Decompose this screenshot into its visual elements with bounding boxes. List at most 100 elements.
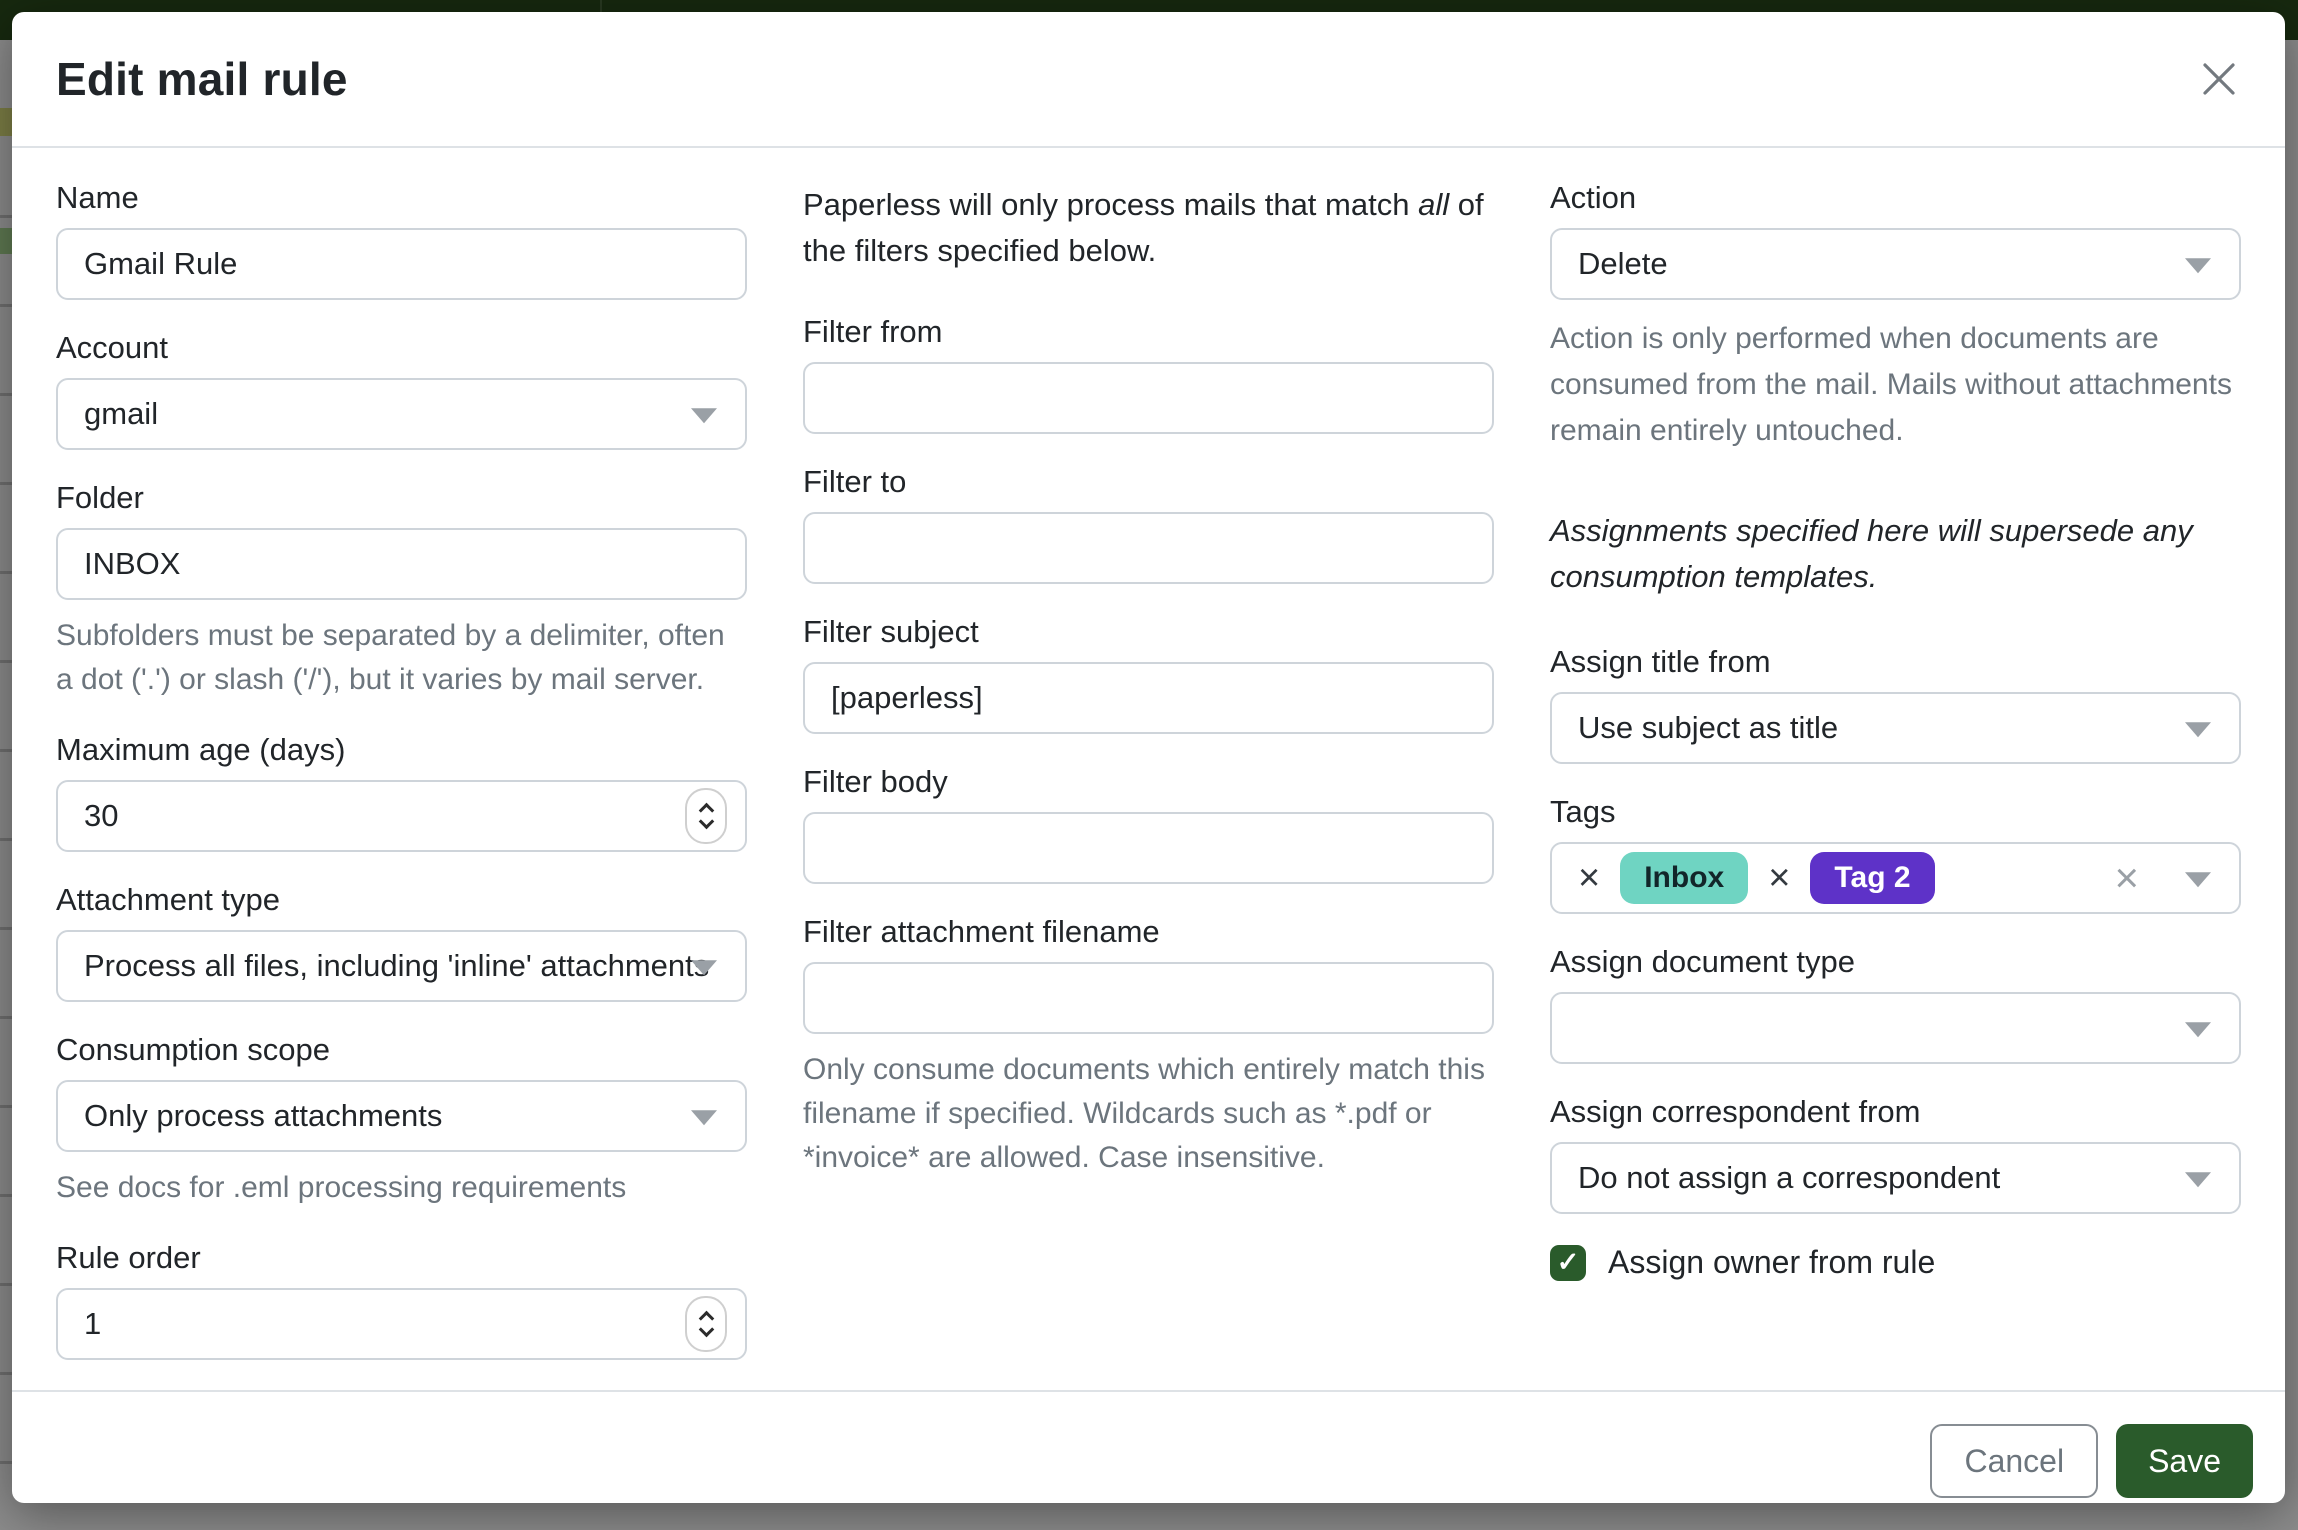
filter-attachment-filename-input[interactable] <box>803 962 1494 1034</box>
column-actions: Action Delete Action is only performed w… <box>1550 180 2241 1390</box>
save-button[interactable]: Save <box>2116 1424 2253 1498</box>
name-group: Name <box>56 180 747 300</box>
filter-body-input[interactable] <box>803 812 1494 884</box>
action-help-text: Action is only performed when documents … <box>1550 316 2241 454</box>
filter-body-label: Filter body <box>803 764 1494 800</box>
assign-owner-label: Assign owner from rule <box>1608 1244 1935 1281</box>
background-page-fragment <box>0 40 12 1518</box>
assign-correspondent-group: Assign correspondent from Do not assign … <box>1550 1094 2241 1214</box>
action-select[interactable]: Delete <box>1550 228 2241 300</box>
filter-attachment-filename-group: Filter attachment filename Only consume … <box>803 914 1494 1180</box>
consumption-scope-select[interactable]: Only process attachments <box>56 1080 747 1152</box>
filters-intro-emphasis: all <box>1418 187 1449 222</box>
folder-input[interactable] <box>56 528 747 600</box>
filter-from-input[interactable] <box>803 362 1494 434</box>
attachment-type-select[interactable]: Process all files, including 'inline' at… <box>56 930 747 1002</box>
folder-label: Folder <box>56 480 747 516</box>
filter-to-input[interactable] <box>803 512 1494 584</box>
edit-mail-rule-dialog: Edit mail rule Name Account gmail <box>12 12 2285 1503</box>
assign-title-group: Assign title from Use subject as title <box>1550 644 2241 764</box>
filter-attachment-filename-help-text: Only consume documents which entirely ma… <box>803 1048 1494 1180</box>
assignments-note-text: Assignments specified here will supersed… <box>1550 508 2241 600</box>
tags-multiselect[interactable]: × Inbox × Tag 2 × <box>1550 842 2241 914</box>
tags-label: Tags <box>1550 794 2241 830</box>
filter-subject-group: Filter subject <box>803 614 1494 734</box>
tag-chip[interactable]: Tag 2 <box>1810 852 1934 904</box>
account-select[interactable]: gmail <box>56 378 747 450</box>
dialog-body: Name Account gmail Folder Subfolders mus… <box>12 148 2285 1390</box>
filter-attachment-filename-label: Filter attachment filename <box>803 914 1494 950</box>
chevron-down-icon <box>2185 872 2211 887</box>
assign-owner-checkbox[interactable]: ✓ <box>1550 1245 1586 1281</box>
assign-doctype-label: Assign document type <box>1550 944 2241 980</box>
assign-title-value: Use subject as title <box>1578 710 2213 746</box>
chevron-down-icon <box>2185 258 2211 273</box>
consumption-scope-help-text: See docs for .eml processing requirement… <box>56 1166 747 1210</box>
remove-tag-icon[interactable]: × <box>1578 859 1600 897</box>
action-label: Action <box>1550 180 2241 216</box>
max-age-value: 30 <box>84 798 118 834</box>
max-age-input[interactable]: 30 <box>56 780 747 852</box>
assign-title-label: Assign title from <box>1550 644 2241 680</box>
tag-chip[interactable]: Inbox <box>1620 852 1748 904</box>
chevron-down-icon <box>691 960 717 975</box>
background-page-fragment <box>0 228 12 254</box>
assign-correspondent-value: Do not assign a correspondent <box>1578 1160 2213 1196</box>
account-label: Account <box>56 330 747 366</box>
filter-from-label: Filter from <box>803 314 1494 350</box>
number-stepper[interactable] <box>685 788 727 844</box>
folder-group: Folder Subfolders must be separated by a… <box>56 480 747 702</box>
chevron-down-icon <box>2185 1172 2211 1187</box>
rule-order-input[interactable]: 1 <box>56 1288 747 1360</box>
rule-order-label: Rule order <box>56 1240 747 1276</box>
filter-to-label: Filter to <box>803 464 1494 500</box>
filter-body-group: Filter body <box>803 764 1494 884</box>
checkmark-icon: ✓ <box>1557 1247 1580 1278</box>
stepper-down-icon <box>698 1322 714 1338</box>
filter-to-group: Filter to <box>803 464 1494 584</box>
assign-title-select[interactable]: Use subject as title <box>1550 692 2241 764</box>
attachment-type-value: Process all files, including 'inline' at… <box>84 948 719 984</box>
chevron-down-icon <box>691 1110 717 1125</box>
chevron-down-icon <box>2185 722 2211 737</box>
tags-group: Tags × Inbox × Tag 2 × <box>1550 794 2241 914</box>
attachment-type-label: Attachment type <box>56 882 747 918</box>
dialog-title: Edit mail rule <box>56 52 348 106</box>
assign-doctype-select[interactable] <box>1550 992 2241 1064</box>
attachment-type-group: Attachment type Process all files, inclu… <box>56 882 747 1002</box>
stepper-down-icon <box>698 814 714 830</box>
number-stepper[interactable] <box>685 1296 727 1352</box>
remove-tag-icon[interactable]: × <box>1768 859 1790 897</box>
max-age-label: Maximum age (days) <box>56 732 747 768</box>
chevron-down-icon <box>691 408 717 423</box>
filter-from-group: Filter from <box>803 314 1494 434</box>
account-select-value: gmail <box>84 396 719 432</box>
filter-subject-label: Filter subject <box>803 614 1494 650</box>
max-age-group: Maximum age (days) 30 <box>56 732 747 852</box>
cancel-button[interactable]: Cancel <box>1930 1424 2098 1498</box>
consumption-scope-label: Consumption scope <box>56 1032 747 1068</box>
close-button[interactable] <box>2193 53 2245 105</box>
consumption-scope-value: Only process attachments <box>84 1098 719 1134</box>
column-filters: Paperless will only process mails that m… <box>803 180 1494 1390</box>
column-general: Name Account gmail Folder Subfolders mus… <box>56 180 747 1390</box>
rule-order-group: Rule order 1 <box>56 1240 747 1360</box>
dialog-header: Edit mail rule <box>12 12 2285 148</box>
rule-order-value: 1 <box>84 1306 101 1342</box>
clear-all-icon[interactable]: × <box>2114 857 2139 899</box>
folder-help-text: Subfolders must be separated by a delimi… <box>56 614 747 702</box>
action-group: Action Delete Action is only performed w… <box>1550 180 2241 454</box>
close-icon <box>2201 61 2237 97</box>
filters-intro-text: Paperless will only process mails that m… <box>803 182 1494 274</box>
assign-owner-row: ✓ Assign owner from rule <box>1550 1244 2241 1281</box>
name-input[interactable] <box>56 228 747 300</box>
assign-correspondent-select[interactable]: Do not assign a correspondent <box>1550 1142 2241 1214</box>
assign-correspondent-label: Assign correspondent from <box>1550 1094 2241 1130</box>
filters-intro-pre: Paperless will only process mails that m… <box>803 187 1418 222</box>
name-label: Name <box>56 180 747 216</box>
chevron-down-icon <box>2185 1022 2211 1037</box>
dialog-footer: Cancel Save <box>12 1390 2285 1530</box>
background-page-fragment <box>0 108 12 136</box>
filter-subject-input[interactable] <box>803 662 1494 734</box>
account-group: Account gmail <box>56 330 747 450</box>
